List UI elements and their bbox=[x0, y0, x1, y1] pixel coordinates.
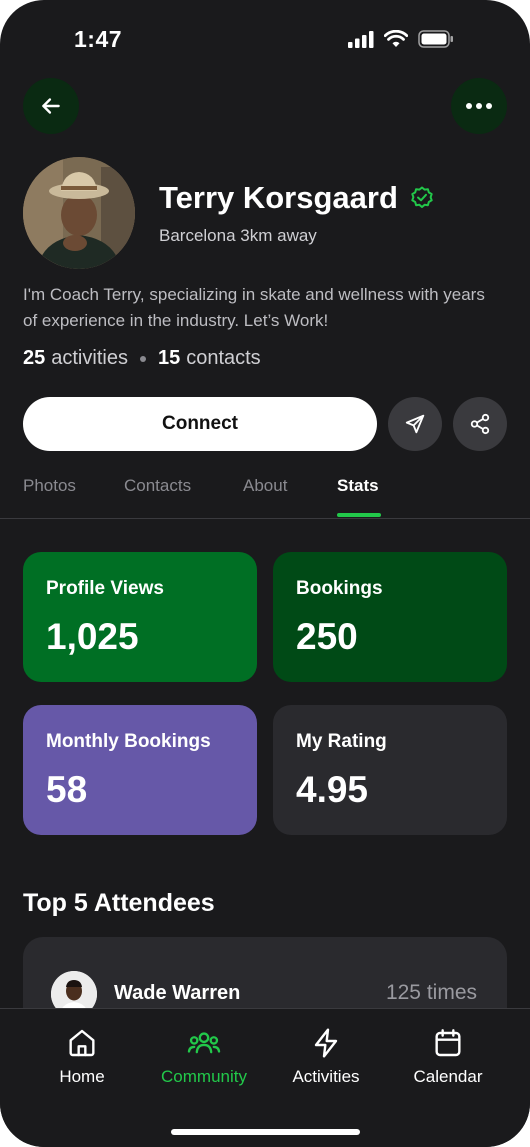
stat-card-profile-views[interactable]: Profile Views 1,025 bbox=[23, 552, 257, 682]
home-icon bbox=[69, 1029, 95, 1057]
arrow-left-icon bbox=[42, 98, 60, 114]
activities-label: activities bbox=[51, 347, 128, 369]
back-button[interactable] bbox=[23, 78, 79, 134]
stat-value: 4.95 bbox=[296, 769, 369, 810]
profile-avatar bbox=[23, 157, 135, 269]
lightning-icon bbox=[314, 1028, 338, 1058]
stat-card-bookings[interactable]: Bookings 250 bbox=[273, 552, 507, 682]
status-bar: 1:47 bbox=[0, 0, 530, 80]
phone-screen: 1:47 Terry Korsgaard Barcelona 3km away … bbox=[0, 0, 530, 1147]
status-icons bbox=[348, 30, 454, 48]
nav-label: Activities bbox=[292, 1067, 360, 1086]
nav-calendar[interactable]: Calendar bbox=[388, 1027, 508, 1087]
wifi-icon bbox=[384, 30, 408, 47]
nav-home[interactable]: Home bbox=[22, 1027, 142, 1087]
home-indicator[interactable] bbox=[171, 1129, 360, 1135]
stat-label: Bookings bbox=[296, 578, 383, 599]
attendee-times: 125 times bbox=[385, 981, 477, 1004]
stat-value: 250 bbox=[296, 616, 358, 657]
nav-label: Calendar bbox=[413, 1067, 483, 1086]
nav-activities[interactable]: Activities bbox=[266, 1027, 386, 1087]
more-dots-icon bbox=[466, 103, 492, 109]
contacts-label: contacts bbox=[186, 347, 261, 369]
battery-icon bbox=[418, 30, 453, 48]
nav-community[interactable]: Community bbox=[144, 1027, 264, 1087]
send-icon bbox=[405, 414, 425, 434]
tab-stats[interactable]: Stats bbox=[337, 476, 379, 496]
profile-name: Terry Korsgaard bbox=[159, 180, 398, 215]
signal-icon bbox=[348, 30, 374, 48]
verified-badge-icon bbox=[411, 186, 433, 208]
nav-label: Community bbox=[161, 1067, 247, 1086]
stat-label: My Rating bbox=[296, 731, 387, 752]
send-message-button[interactable] bbox=[388, 397, 442, 451]
stat-label: Monthly Bookings bbox=[46, 731, 211, 752]
status-time: 1:47 bbox=[74, 26, 123, 52]
more-options-button[interactable] bbox=[451, 78, 507, 134]
nav-label: Home bbox=[59, 1067, 105, 1086]
stat-value: 1,025 bbox=[46, 616, 139, 657]
stat-card-my-rating[interactable]: My Rating 4.95 bbox=[273, 705, 507, 835]
profile-counts: 25 activities 15 contacts bbox=[23, 347, 261, 370]
bottom-navigation: Home Community Activities Calendar bbox=[0, 1008, 530, 1147]
contacts-count: 15 bbox=[157, 347, 181, 369]
profile-bio: I'm Coach Terry, specializing in skate a… bbox=[23, 285, 485, 330]
profile-location: Barcelona 3km away bbox=[159, 226, 317, 245]
profile-tabs: Photos Contacts About Stats bbox=[0, 476, 530, 519]
calendar-icon bbox=[435, 1029, 461, 1057]
stat-label: Profile Views bbox=[46, 578, 164, 599]
activities-count: 25 bbox=[23, 347, 46, 369]
community-icon bbox=[187, 1032, 221, 1054]
separator-dot bbox=[139, 355, 146, 362]
tab-about[interactable]: About bbox=[243, 476, 287, 496]
connect-button[interactable]: Connect bbox=[23, 397, 377, 451]
stat-card-monthly-bookings[interactable]: Monthly Bookings 58 bbox=[23, 705, 257, 835]
stat-value: 58 bbox=[46, 769, 88, 810]
active-tab-indicator bbox=[337, 513, 381, 517]
tab-photos[interactable]: Photos bbox=[23, 476, 76, 496]
share-button[interactable] bbox=[453, 397, 507, 451]
attendee-name: Wade Warren bbox=[114, 982, 241, 1004]
share-icon bbox=[470, 413, 490, 435]
top-attendees-title: Top 5 Attendees bbox=[23, 889, 215, 917]
tab-contacts[interactable]: Contacts bbox=[124, 476, 191, 496]
